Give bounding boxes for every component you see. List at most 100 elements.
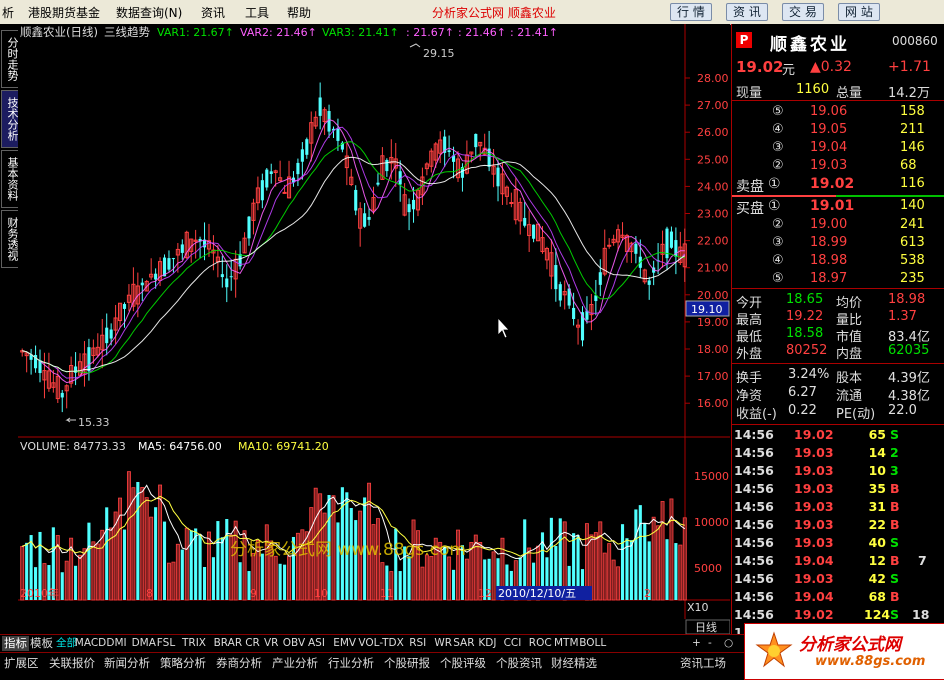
tick-price: 19.02 xyxy=(794,607,834,622)
indicator-tab[interactable]: DMI xyxy=(104,636,128,651)
logo-icon xyxy=(755,631,793,668)
indicator-tab[interactable]: CR xyxy=(243,636,262,651)
indicator-tab[interactable]: CCI xyxy=(502,636,524,651)
indicator-tab[interactable]: OBV xyxy=(281,636,307,651)
high-label: 29.15 xyxy=(423,47,455,60)
indicator-tab[interactable]: SAR xyxy=(451,636,476,651)
indicator-tab[interactable]: ROC xyxy=(527,636,554,651)
website-button[interactable]: 网 站 xyxy=(838,3,880,21)
info-tab[interactable]: 行业分析 xyxy=(328,655,374,671)
tick-qty: 42 xyxy=(868,571,886,586)
indicator-tab[interactable]: DMA xyxy=(130,636,158,651)
menu-item-news[interactable]: 资讯 xyxy=(201,4,225,21)
stat-value: 4.38亿 xyxy=(888,389,930,404)
indicator-tab[interactable]: MACD xyxy=(73,636,108,651)
tick-time: 14:56 xyxy=(734,463,774,478)
tick-price: 19.03 xyxy=(794,463,834,478)
zoom-out-button[interactable]: - xyxy=(706,636,714,651)
extra3-value: : 21.41↑ xyxy=(510,26,558,39)
period-label[interactable]: 日线 xyxy=(695,620,717,634)
tick-price: 19.03 xyxy=(794,499,834,514)
sell-order-price: 19.06 xyxy=(810,104,848,119)
info-tab[interactable]: 财经精选 xyxy=(551,655,597,671)
sell1-level: ① xyxy=(768,176,781,192)
info-tab[interactable]: 个股评级 xyxy=(440,655,486,671)
indicator-tab[interactable]: KDJ xyxy=(476,636,498,651)
sell-order-qty: 211 xyxy=(900,122,925,137)
stat-value: 3.24% xyxy=(788,367,830,382)
buy1-label: 买盘 xyxy=(736,201,764,217)
stat-value: 4.39亿 xyxy=(888,371,930,386)
volume-axis-10000: 10000 xyxy=(694,516,729,529)
info-tab[interactable]: 券商分析 xyxy=(216,655,262,671)
info-tab[interactable]: 关联报价 xyxy=(49,655,95,671)
info-tab[interactable]: 产业分析 xyxy=(272,655,318,671)
indicator-tab[interactable]: 模板 xyxy=(28,636,55,651)
tick-side: B xyxy=(890,589,900,604)
stat-label: 净资 xyxy=(736,389,763,404)
price-axis-label: 25.00 xyxy=(697,153,729,166)
indicator-tab[interactable]: BOLL xyxy=(577,636,608,651)
info-tab[interactable]: 个股资讯 xyxy=(496,655,542,671)
info-factory[interactable]: 资讯工场 xyxy=(680,655,726,671)
indicator-tab[interactable]: VR xyxy=(262,636,280,651)
info-tab[interactable]: 策略分析 xyxy=(160,655,206,671)
buy-order-price: 18.97 xyxy=(810,271,848,286)
price-change-pct: +1.71 xyxy=(888,59,931,75)
indicator-tab[interactable]: RSI xyxy=(407,636,428,651)
sell-order-qty: 146 xyxy=(900,140,925,155)
menu-item-data-query[interactable]: 数据查询(N) xyxy=(116,4,182,21)
sell-order-price: 19.03 xyxy=(810,158,848,173)
info-tab[interactable]: 扩展区 xyxy=(4,655,39,671)
menu-item-hk-futures[interactable]: 港股期货基金 xyxy=(28,4,100,21)
info-tab[interactable]: 个股研报 xyxy=(384,655,430,671)
tab-basic-info[interactable]: 基本资料 xyxy=(1,150,19,208)
volume-now-label: 现量 xyxy=(736,86,763,101)
tick-side: B xyxy=(890,517,900,532)
chart-svg: 顺鑫农业(日线) 三线趋势 VAR1: 21.67↑ VAR2: 21.46↑ … xyxy=(18,24,731,635)
menu-item-analysis[interactable]: 析 xyxy=(2,4,14,21)
info-tab[interactable]: 新闻分析 xyxy=(104,655,150,671)
tab-technical[interactable]: 技术分析 xyxy=(1,90,19,148)
indicator-tab[interactable]: ASI xyxy=(306,636,327,651)
var2-value: VAR2: 21.46↑ xyxy=(240,26,317,39)
stock-code: 000860 xyxy=(892,34,938,48)
tick-side: S xyxy=(890,571,900,586)
zoom-in-button[interactable]: + xyxy=(690,636,703,651)
menu-item-tools[interactable]: 工具 xyxy=(245,4,269,21)
stat-label: 股本 xyxy=(836,371,863,386)
price-change: ▲0.32 xyxy=(810,59,852,75)
market-button[interactable]: 行 情 xyxy=(670,3,712,21)
buy-order-row: ⑤ 18.97 235 xyxy=(732,271,944,289)
kline-chart[interactable]: 顺鑫农业(日线) 三线趋势 VAR1: 21.67↑ VAR2: 21.46↑ … xyxy=(18,24,731,635)
tick-qty: 14 xyxy=(868,445,886,460)
sell-order-level: ② xyxy=(772,158,784,173)
indicator-tab[interactable]: EMV xyxy=(331,636,358,651)
trade-button[interactable]: 交 易 xyxy=(782,3,824,21)
menu-item-help[interactable]: 帮助 xyxy=(287,4,311,21)
price-axis-label: 27.00 xyxy=(697,99,729,112)
indicator-tab[interactable]: TRIX xyxy=(180,636,208,651)
buy-order-qty: 241 xyxy=(900,217,925,232)
tab-intraday[interactable]: 分时走势 xyxy=(1,30,19,88)
tick-qty: 10 xyxy=(868,463,886,478)
indicator-tab[interactable]: FSL xyxy=(155,636,177,651)
tick-time: 14:56 xyxy=(734,535,774,550)
stat-row: 最低 18.58 市值 83.4亿 xyxy=(732,326,944,345)
buy-order-row: ④ 18.98 538 xyxy=(732,253,944,271)
tick-row: 14:56 19.04 12 B xyxy=(732,553,944,571)
indicator-tab[interactable]: 指标 xyxy=(2,636,29,651)
indicator-tab[interactable]: BRAR xyxy=(212,636,245,651)
stat-value: 18.65 xyxy=(786,292,824,307)
tick-side: B xyxy=(890,481,900,496)
tab-financial[interactable]: 财务透视 xyxy=(1,210,19,268)
news-button[interactable]: 资 讯 xyxy=(726,3,768,21)
buy-order-row: ② 19.00 241 xyxy=(732,217,944,235)
tick-qty: 68 xyxy=(868,589,886,604)
stat-row: 最高 19.22 量比 1.37 xyxy=(732,309,944,328)
sell-order-row: ⑤ 19.06 158 xyxy=(732,104,944,122)
reset-button[interactable]: ○ xyxy=(722,636,735,651)
tick-side: B xyxy=(890,553,900,568)
indicator-tab[interactable]: VOL-TDX xyxy=(356,636,405,651)
stat2-row: 收益(-) 0.22 PE(动) 22.0 xyxy=(732,403,944,422)
